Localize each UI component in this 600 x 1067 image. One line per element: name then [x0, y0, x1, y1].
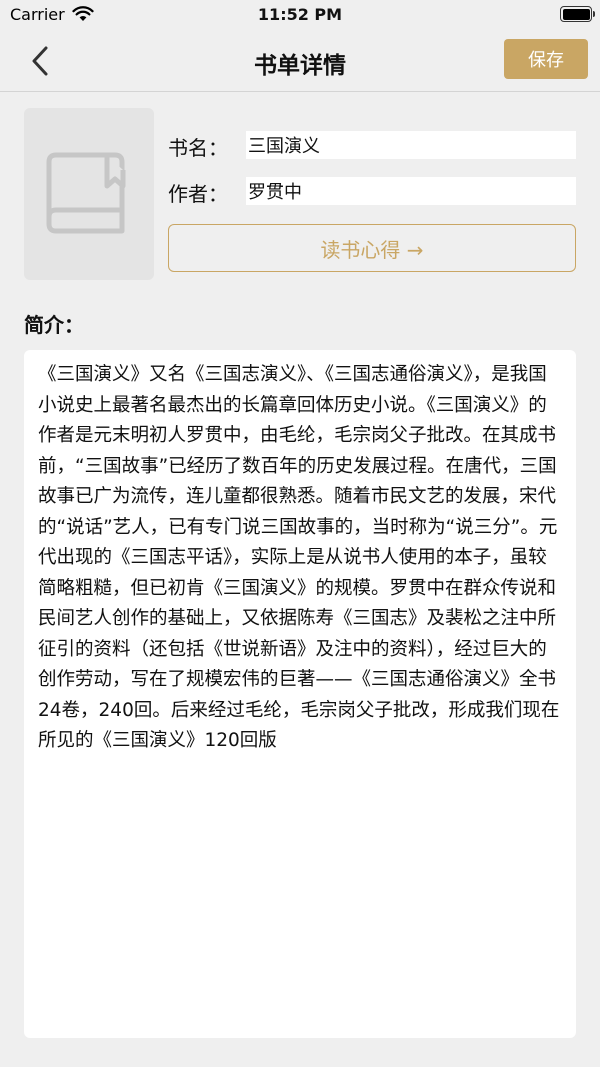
book-cover-image[interactable]: [24, 108, 154, 280]
intro-text: 《三国演义》又名《三国志演义》、《三国志通俗演义》，是我国小说史上最著名最杰出的…: [38, 364, 560, 751]
intro-textarea[interactable]: 《三国演义》又名《三国志演义》、《三国志通俗演义》，是我国小说史上最著名最杰出的…: [24, 350, 576, 1038]
book-title-input[interactable]: [246, 131, 576, 159]
intro-label: 简介：: [24, 313, 84, 337]
save-button[interactable]: 保存: [504, 39, 588, 79]
status-bar: Carrier 11:52 PM: [0, 0, 600, 32]
nav-bar: 书单详情 保存: [0, 32, 600, 92]
reading-notes-button[interactable]: 读书心得 →: [168, 224, 576, 272]
home-indicator-area: [0, 1055, 600, 1067]
status-time: 11:52 PM: [257, 5, 343, 24]
battery-icon: [560, 6, 595, 22]
book-author-input[interactable]: [246, 177, 576, 205]
book-author-label: 作者：: [168, 182, 228, 206]
book-title-label: 书名：: [168, 136, 228, 160]
book-icon: [46, 152, 126, 234]
